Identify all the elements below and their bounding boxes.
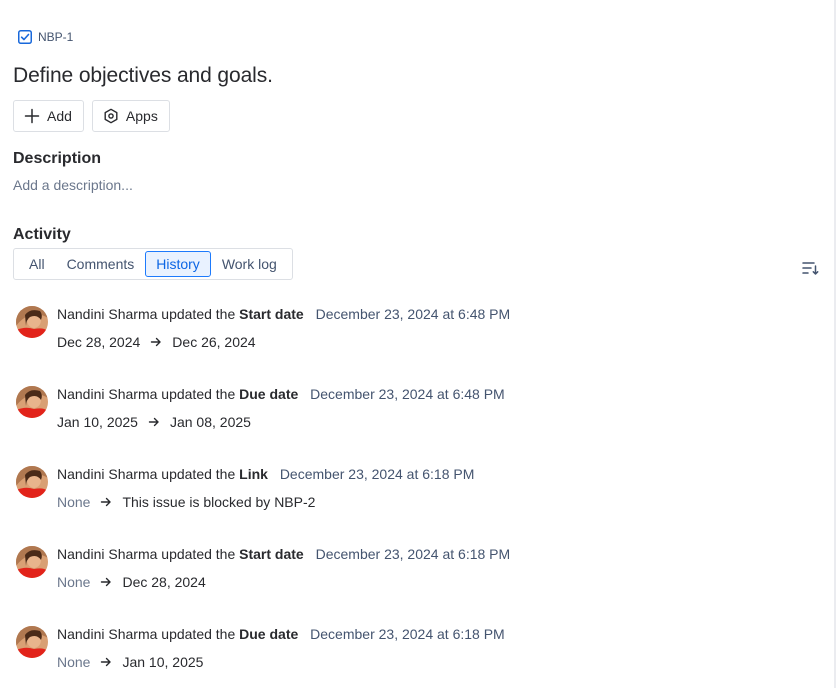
history-new-value: Jan 08, 2025: [169, 414, 251, 430]
history-entry: Nandini Sharma updated the Due date Dece…: [14, 378, 794, 458]
history-verb: updated the: [161, 466, 236, 482]
tab-history[interactable]: History: [145, 251, 211, 277]
history-old-value: None: [57, 654, 91, 670]
history-old-value: Jan 10, 2025: [57, 414, 138, 430]
avatar[interactable]: [16, 626, 48, 658]
history-old-value: Dec 28, 2024: [57, 334, 141, 350]
avatar[interactable]: [16, 466, 48, 498]
activity-heading: Activity: [13, 226, 71, 243]
tab-all[interactable]: All: [18, 251, 56, 277]
history-new-value: Dec 26, 2024: [172, 334, 256, 350]
history-verb: updated the: [161, 306, 236, 322]
issue-breadcrumb[interactable]: NBP-1: [18, 30, 73, 44]
history-user[interactable]: Nandini Sharma: [57, 546, 157, 562]
history-new-value: Dec 28, 2024: [122, 574, 206, 590]
arrow-right-icon: [101, 657, 112, 667]
history-entry: Nandini Sharma updated the Start date De…: [14, 538, 794, 618]
hexagon-apps-icon: [104, 108, 118, 124]
avatar[interactable]: [16, 546, 48, 578]
tab-work-log[interactable]: Work log: [211, 251, 288, 277]
avatar[interactable]: [16, 386, 48, 418]
history-old-value: None: [57, 494, 91, 510]
arrow-right-icon: [148, 417, 159, 427]
arrow-right-icon: [101, 577, 112, 587]
avatar[interactable]: [16, 306, 48, 338]
activity-tabs: All Comments History Work log: [13, 248, 293, 280]
plus-icon: [24, 108, 40, 124]
history-verb: updated the: [161, 626, 236, 642]
add-button[interactable]: Add: [13, 100, 84, 132]
sort-icon[interactable]: [801, 259, 819, 277]
history-field: Due date: [239, 626, 299, 642]
issue-actions: Add Apps: [13, 100, 170, 132]
history-user[interactable]: Nandini Sharma: [57, 306, 157, 322]
history-entry: Nandini Sharma updated the Link December…: [14, 458, 794, 538]
history-user[interactable]: Nandini Sharma: [57, 466, 157, 482]
history-timestamp: December 23, 2024 at 6:18 PM: [310, 626, 505, 642]
apps-button[interactable]: Apps: [91, 100, 170, 132]
history-timestamp: December 23, 2024 at 6:48 PM: [310, 386, 505, 402]
history-timestamp: December 23, 2024 at 6:18 PM: [279, 466, 475, 482]
tab-comments[interactable]: Comments: [56, 251, 146, 277]
history-new-value: Jan 10, 2025: [122, 654, 204, 670]
history-old-value: None: [57, 574, 91, 590]
history-field: Start date: [239, 546, 304, 562]
history-timestamp: December 23, 2024 at 6:48 PM: [315, 306, 511, 322]
history-new-value: This issue is blocked by NBP-2: [122, 494, 316, 510]
history-timestamp: December 23, 2024 at 6:18 PM: [315, 546, 511, 562]
history-verb: updated the: [161, 386, 236, 402]
description-field[interactable]: Add a description...: [13, 177, 133, 193]
history-field: Start date: [239, 306, 304, 322]
issue-key[interactable]: NBP-1: [38, 30, 73, 44]
apps-button-label: Apps: [125, 108, 158, 124]
arrow-right-icon: [151, 337, 161, 347]
arrow-right-icon: [101, 497, 112, 507]
add-button-label: Add: [47, 108, 72, 124]
history-user[interactable]: Nandini Sharma: [57, 386, 157, 402]
checkbox-task-icon: [18, 30, 32, 44]
history-verb: updated the: [161, 546, 236, 562]
history-field: Link: [239, 466, 268, 482]
history-entry: Nandini Sharma updated the Start date De…: [14, 298, 794, 378]
description-heading: Description: [13, 150, 102, 167]
history-entry: Nandini Sharma updated the Due date Dece…: [14, 618, 794, 688]
history-user[interactable]: Nandini Sharma: [57, 626, 157, 642]
issue-title[interactable]: Define objectives and goals.: [13, 64, 273, 88]
history-field: Due date: [239, 386, 299, 402]
history-list: Nandini Sharma updated the Start date De…: [14, 298, 794, 688]
